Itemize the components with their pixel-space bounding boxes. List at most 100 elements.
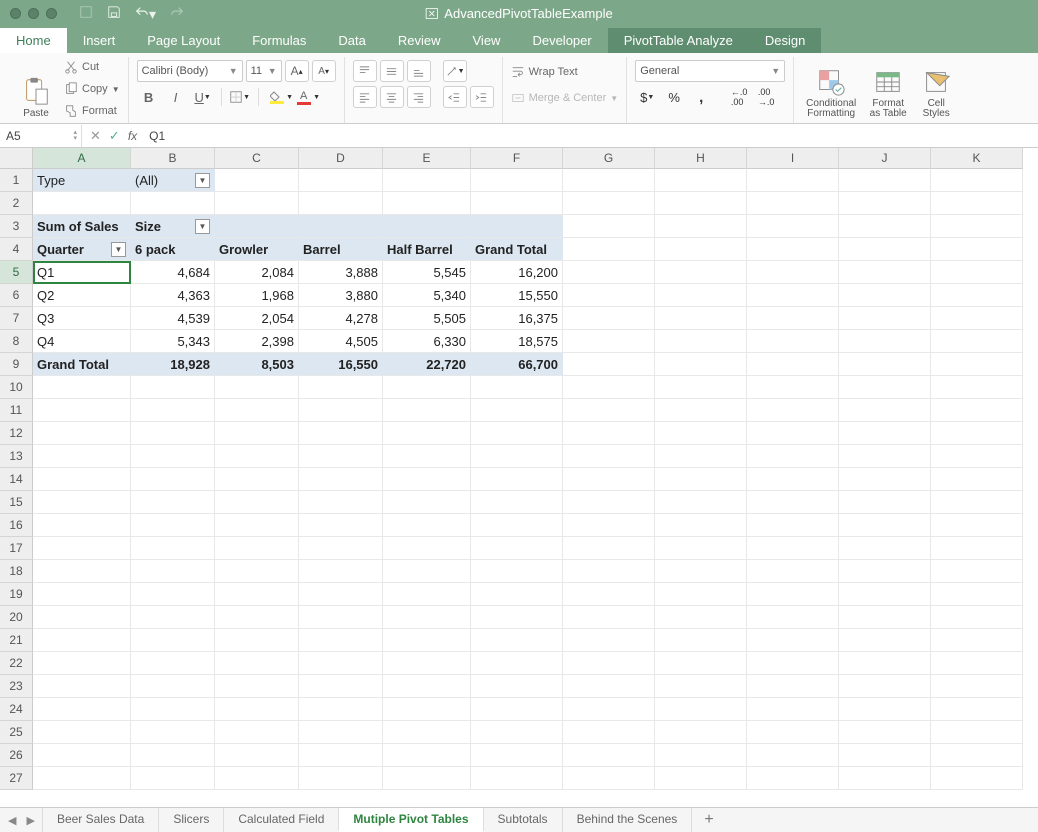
cell-F19[interactable] bbox=[471, 583, 563, 606]
cut-button[interactable]: Cut bbox=[64, 57, 120, 77]
cell-A6[interactable]: Q2 bbox=[33, 284, 131, 307]
increase-decimal-button[interactable]: ←.0.00 bbox=[727, 86, 751, 108]
cell-B16[interactable] bbox=[131, 514, 215, 537]
cell-D13[interactable] bbox=[299, 445, 383, 468]
cell-D20[interactable] bbox=[299, 606, 383, 629]
row-header-16[interactable]: 16 bbox=[0, 514, 33, 537]
cell-F12[interactable] bbox=[471, 422, 563, 445]
cell-I19[interactable] bbox=[747, 583, 839, 606]
cell-J18[interactable] bbox=[839, 560, 931, 583]
cell-J9[interactable] bbox=[839, 353, 931, 376]
sheet-nav-next-icon[interactable]: ▶ bbox=[26, 814, 34, 827]
cell-G2[interactable] bbox=[563, 192, 655, 215]
cell-F2[interactable] bbox=[471, 192, 563, 215]
add-sheet-button[interactable]: + bbox=[692, 811, 725, 829]
cell-D14[interactable] bbox=[299, 468, 383, 491]
cell-J15[interactable] bbox=[839, 491, 931, 514]
cell-E9[interactable]: 22,720 bbox=[383, 353, 471, 376]
cell-G3[interactable] bbox=[563, 215, 655, 238]
cell-D26[interactable] bbox=[299, 744, 383, 767]
cell-F11[interactable] bbox=[471, 399, 563, 422]
cell-K20[interactable] bbox=[931, 606, 1023, 629]
cell-G8[interactable] bbox=[563, 330, 655, 353]
cell-B19[interactable] bbox=[131, 583, 215, 606]
sheet-tab-behind-the-scenes[interactable]: Behind the Scenes bbox=[562, 808, 693, 832]
cell-J21[interactable] bbox=[839, 629, 931, 652]
cell-B12[interactable] bbox=[131, 422, 215, 445]
cell-K14[interactable] bbox=[931, 468, 1023, 491]
cell-A3[interactable]: Sum of Sales bbox=[33, 215, 131, 238]
accept-formula-icon[interactable]: ✓ bbox=[109, 128, 120, 144]
cell-G10[interactable] bbox=[563, 376, 655, 399]
row-header-18[interactable]: 18 bbox=[0, 560, 33, 583]
cell-D10[interactable] bbox=[299, 376, 383, 399]
cell-A8[interactable]: Q4 bbox=[33, 330, 131, 353]
cell-F13[interactable] bbox=[471, 445, 563, 468]
cell-K23[interactable] bbox=[931, 675, 1023, 698]
increase-indent-button[interactable] bbox=[470, 86, 494, 108]
currency-button[interactable]: $▼ bbox=[635, 86, 659, 108]
col-header-I[interactable]: I bbox=[747, 148, 839, 169]
cell-E21[interactable] bbox=[383, 629, 471, 652]
cell-C2[interactable] bbox=[215, 192, 299, 215]
row-header-15[interactable]: 15 bbox=[0, 491, 33, 514]
cell-I9[interactable] bbox=[747, 353, 839, 376]
cell-F3[interactable] bbox=[471, 215, 563, 238]
cell-F15[interactable] bbox=[471, 491, 563, 514]
sheet-nav-prev-icon[interactable]: ◀ bbox=[8, 814, 16, 827]
filter-dropdown-icon[interactable]: ▼ bbox=[195, 219, 210, 234]
row-header-19[interactable]: 19 bbox=[0, 583, 33, 606]
close-window[interactable] bbox=[10, 8, 21, 19]
cell-E17[interactable] bbox=[383, 537, 471, 560]
cell-I21[interactable] bbox=[747, 629, 839, 652]
paste-button[interactable]: Paste bbox=[14, 57, 58, 119]
cell-H14[interactable] bbox=[655, 468, 747, 491]
cell-B3[interactable]: Size▼ bbox=[131, 215, 215, 238]
cell-F7[interactable]: 16,375 bbox=[471, 307, 563, 330]
cell-A1[interactable]: Type bbox=[33, 169, 131, 192]
cell-E23[interactable] bbox=[383, 675, 471, 698]
cell-G6[interactable] bbox=[563, 284, 655, 307]
cell-A22[interactable] bbox=[33, 652, 131, 675]
cell-C11[interactable] bbox=[215, 399, 299, 422]
cell-B14[interactable] bbox=[131, 468, 215, 491]
cell-H5[interactable] bbox=[655, 261, 747, 284]
row-header-27[interactable]: 27 bbox=[0, 767, 33, 790]
cell-G4[interactable] bbox=[563, 238, 655, 261]
cell-I15[interactable] bbox=[747, 491, 839, 514]
cell-B13[interactable] bbox=[131, 445, 215, 468]
row-header-5[interactable]: 5 bbox=[0, 261, 33, 284]
cell-E27[interactable] bbox=[383, 767, 471, 790]
cell-I4[interactable] bbox=[747, 238, 839, 261]
cell-H24[interactable] bbox=[655, 698, 747, 721]
cell-K19[interactable] bbox=[931, 583, 1023, 606]
cell-K9[interactable] bbox=[931, 353, 1023, 376]
cell-A5[interactable]: Q1 bbox=[33, 261, 131, 284]
increase-font-button[interactable]: A▴ bbox=[285, 60, 309, 82]
cell-H19[interactable] bbox=[655, 583, 747, 606]
italic-button[interactable]: I bbox=[164, 86, 188, 108]
cell-G22[interactable] bbox=[563, 652, 655, 675]
sheet-tab-mutiple-pivot-tables[interactable]: Mutiple Pivot Tables bbox=[338, 808, 483, 832]
cell-F4[interactable]: Grand Total bbox=[471, 238, 563, 261]
cell-C19[interactable] bbox=[215, 583, 299, 606]
cell-C25[interactable] bbox=[215, 721, 299, 744]
cell-I8[interactable] bbox=[747, 330, 839, 353]
borders-button[interactable]: ▼ bbox=[228, 86, 252, 108]
cell-K25[interactable] bbox=[931, 721, 1023, 744]
cell-K12[interactable] bbox=[931, 422, 1023, 445]
cell-J23[interactable] bbox=[839, 675, 931, 698]
cell-F23[interactable] bbox=[471, 675, 563, 698]
cell-F14[interactable] bbox=[471, 468, 563, 491]
cell-G27[interactable] bbox=[563, 767, 655, 790]
cell-K17[interactable] bbox=[931, 537, 1023, 560]
cell-C8[interactable]: 2,398 bbox=[215, 330, 299, 353]
cell-J17[interactable] bbox=[839, 537, 931, 560]
cell-E22[interactable] bbox=[383, 652, 471, 675]
cell-K7[interactable] bbox=[931, 307, 1023, 330]
decrease-indent-button[interactable] bbox=[443, 86, 467, 108]
cell-H23[interactable] bbox=[655, 675, 747, 698]
cell-C13[interactable] bbox=[215, 445, 299, 468]
col-header-E[interactable]: E bbox=[383, 148, 471, 169]
cell-D21[interactable] bbox=[299, 629, 383, 652]
